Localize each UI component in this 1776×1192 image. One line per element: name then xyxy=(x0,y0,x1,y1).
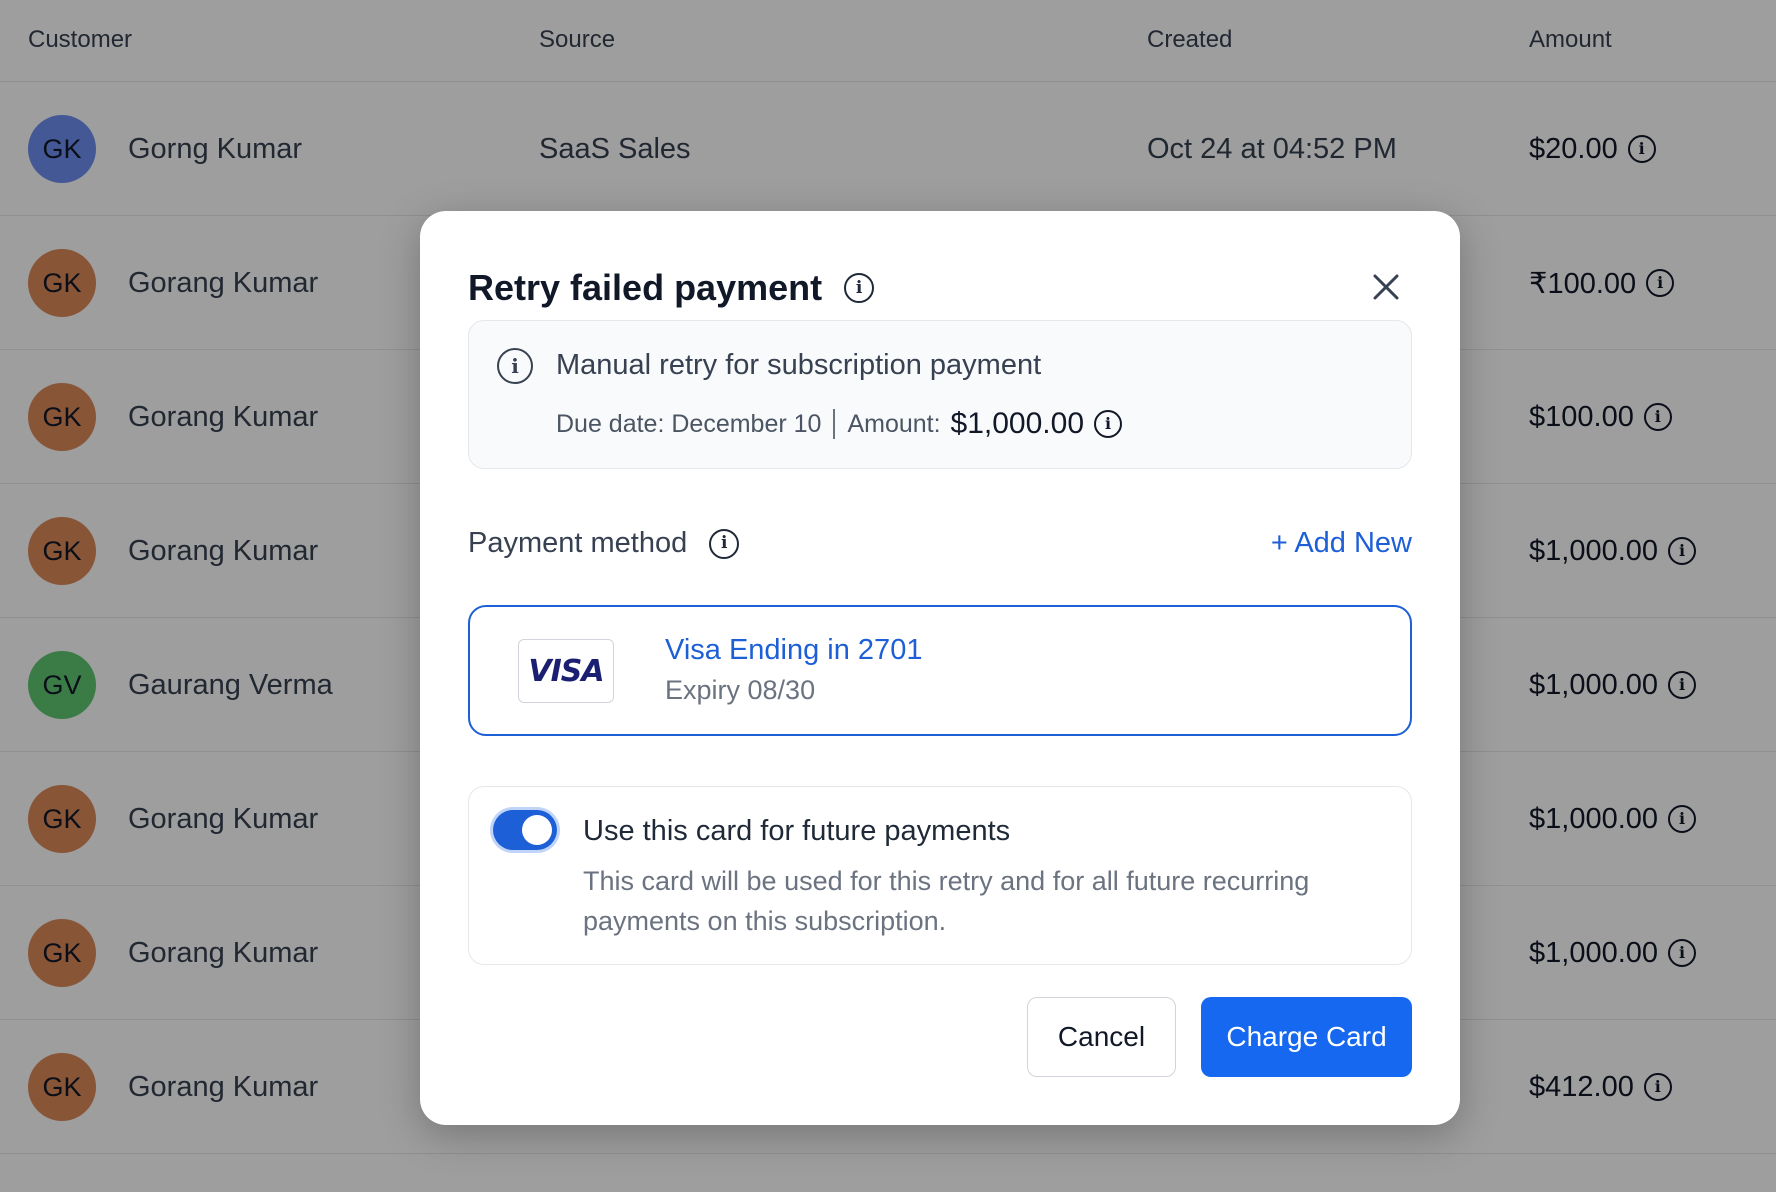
info-icon[interactable]: i xyxy=(1094,410,1123,438)
payment-method-label-row: Payment method i xyxy=(468,527,740,560)
amount-label: Amount: xyxy=(847,409,941,438)
visa-logo-icon: VISA xyxy=(518,639,614,703)
dialog-title-row: Retry failed payment i xyxy=(468,267,875,309)
charge-card-button[interactable]: Charge Card xyxy=(1201,997,1412,1077)
divider xyxy=(833,409,836,439)
dialog-title: Retry failed payment xyxy=(468,267,823,308)
cancel-button[interactable]: Cancel xyxy=(1027,997,1176,1077)
retry-payment-dialog: Retry failed payment i i Manual retry fo… xyxy=(420,211,1460,1125)
info-icon[interactable]: i xyxy=(709,528,740,559)
card-title: Visa Ending in 2701 xyxy=(665,634,923,666)
selected-card-option[interactable]: VISA Visa Ending in 2701 Expiry 08/30 xyxy=(468,605,1412,736)
retry-notice: i Manual retry for subscription payment … xyxy=(468,320,1412,469)
toggle-knob xyxy=(522,815,552,845)
info-icon: i xyxy=(497,348,533,384)
info-icon[interactable]: i xyxy=(844,273,875,303)
future-payments-description: This card will be used for this retry an… xyxy=(583,866,1310,936)
amount-value: $1,000.00 xyxy=(950,407,1085,440)
card-expiry: Expiry 08/30 xyxy=(665,675,816,705)
add-new-button[interactable]: + Add New xyxy=(1271,527,1412,560)
close-button[interactable] xyxy=(1366,267,1406,307)
notice-details: Due date: December 10 Amount: $1,000.00 … xyxy=(556,407,1123,441)
notice-title: Manual retry for subscription payment xyxy=(556,349,1042,381)
close-icon xyxy=(1373,274,1399,300)
payment-method-label: Payment method xyxy=(468,527,688,559)
future-payments-toggle[interactable] xyxy=(493,810,557,850)
future-payments-option: Use this card for future payments This c… xyxy=(468,786,1412,965)
future-payments-title: Use this card for future payments xyxy=(583,815,1011,847)
due-date: Due date: December 10 xyxy=(556,409,822,438)
